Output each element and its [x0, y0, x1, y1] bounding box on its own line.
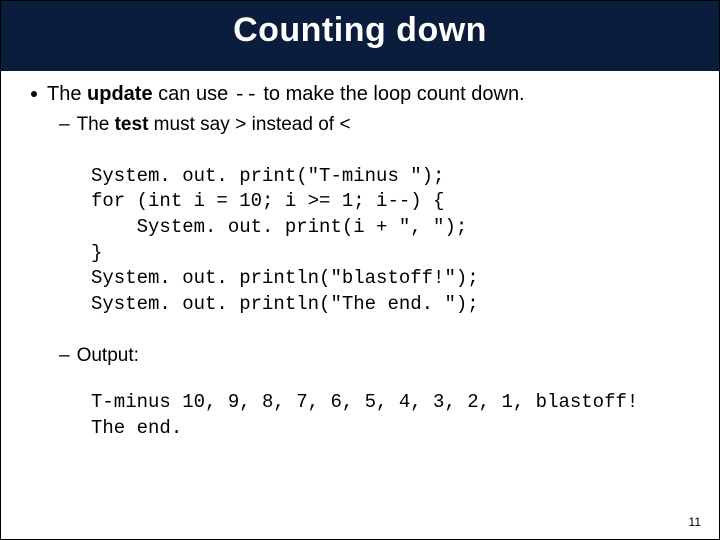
- text-fragment: instead of: [246, 114, 339, 135]
- bullet-1: The update can use -- to make the loop c…: [31, 81, 697, 109]
- sub-bullet-1-text: The test must say > instead of <: [77, 113, 351, 138]
- page-number: 11: [689, 515, 701, 529]
- dash-icon: –: [59, 113, 70, 138]
- output-block: T-minus 10, 9, 8, 7, 6, 5, 4, 3, 2, 1, b…: [91, 390, 697, 441]
- output-label: Output:: [77, 344, 139, 369]
- text-fragment: to make the loop count down.: [258, 83, 525, 105]
- dash-icon: –: [59, 344, 70, 369]
- bullet-dot-icon: [31, 91, 37, 97]
- slide-title: Counting down: [233, 11, 487, 50]
- slide: Counting down The update can use -- to m…: [0, 0, 720, 540]
- inline-code: <: [339, 114, 350, 136]
- inline-code: --: [234, 84, 258, 107]
- bullet-1-text: The update can use -- to make the loop c…: [47, 81, 525, 109]
- code-block: System. out. print("T-minus "); for (int…: [91, 164, 697, 318]
- text-bold: update: [87, 83, 153, 105]
- inline-code: >: [235, 114, 246, 136]
- text-fragment: must say: [148, 114, 235, 135]
- sub-bullet-1: – The test must say > instead of <: [59, 113, 697, 138]
- text-fragment: can use: [153, 83, 234, 105]
- text-fragment: The: [47, 83, 87, 105]
- title-band: Counting down: [1, 1, 719, 71]
- slide-body: The update can use -- to make the loop c…: [1, 71, 719, 442]
- text-bold: test: [115, 114, 149, 135]
- text-fragment: The: [77, 114, 115, 135]
- sub-bullet-output: – Output:: [59, 344, 697, 369]
